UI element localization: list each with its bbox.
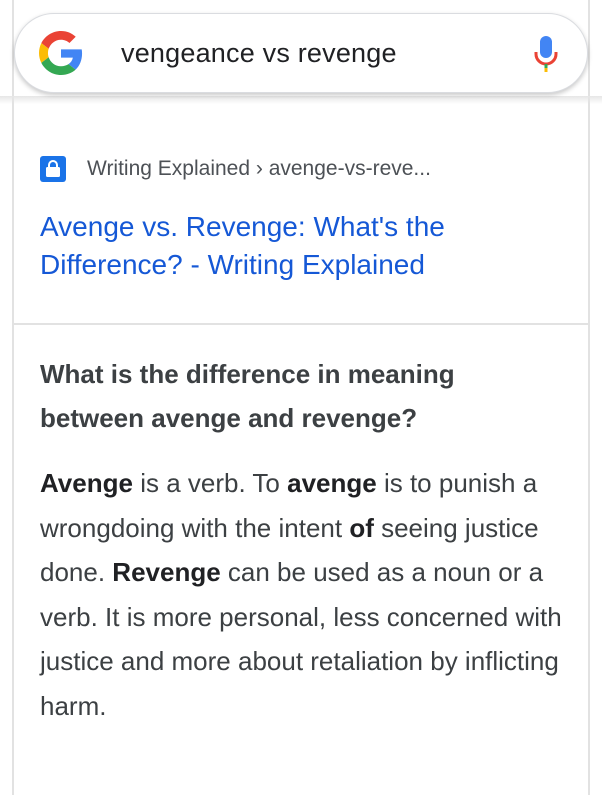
answer-bold-of: of: [349, 512, 374, 543]
answer-bold-avenge: Avenge: [40, 468, 133, 498]
lock-favicon-icon: [40, 156, 66, 182]
answer-bold-revenge: Revenge: [112, 557, 221, 587]
search-input[interactable]: vengeance vs revenge: [121, 38, 397, 69]
featured-question[interactable]: What is the difference in meaning betwee…: [40, 352, 560, 440]
header-shadow: [0, 96, 602, 104]
divider: [12, 323, 590, 325]
featured-answer: Avenge is a verb. To avenge is to punish…: [40, 461, 570, 728]
result-title-link[interactable]: Avenge vs. Revenge: What's the Differenc…: [40, 208, 560, 284]
result-source-url[interactable]: Writing Explained › avenge-vs-reve...: [87, 157, 431, 181]
google-g-logo[interactable]: [39, 31, 83, 75]
search-bar[interactable]: vengeance vs revenge: [14, 13, 588, 93]
microphone-icon[interactable]: [533, 34, 559, 74]
answer-text: is a verb. To: [132, 468, 288, 498]
answer-bold-avenge-2: avenge: [287, 468, 377, 498]
